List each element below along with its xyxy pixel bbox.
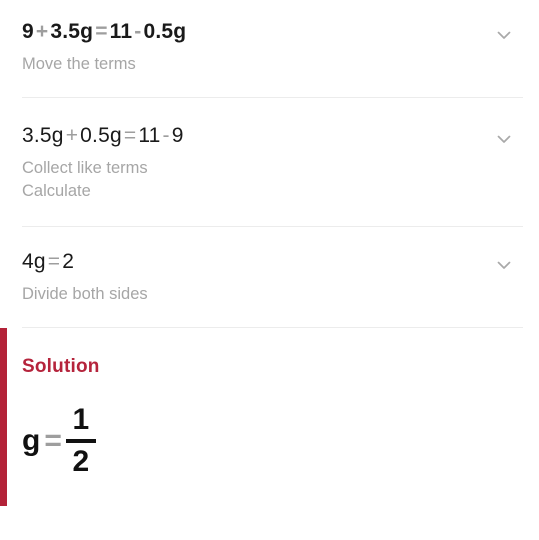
step-1-hints: Move the terms	[22, 53, 495, 75]
step-3-operator-1: =	[47, 249, 61, 273]
step-1-term-3: 11	[109, 20, 133, 43]
step-1-term-4: 0.5g	[143, 20, 187, 43]
step-2-expand-chevron-down-icon[interactable]	[491, 126, 517, 152]
solution-step-3[interactable]: 4g=2 Divide both sides	[0, 227, 539, 305]
step-2-term-4: 9	[171, 124, 184, 148]
step-2-operator-1: +	[65, 124, 79, 148]
step-3-term-2: 2	[62, 249, 75, 273]
step-2-term-2: 0.5g	[80, 124, 122, 148]
step-2-equation: 3.5g+0.5g=11-9	[22, 124, 495, 148]
step-1-operator-2: =	[95, 20, 108, 43]
solution-step-1[interactable]: 9+3.5g=11-0.5g Move the terms	[0, 0, 539, 75]
step-2-term-1: 3.5g	[22, 124, 64, 148]
solution-accent-bar	[0, 328, 7, 507]
solution-step-2[interactable]: 3.5g+0.5g=11-9 Collect like terms Calcul…	[0, 98, 539, 202]
step-3-equation: 4g=2	[22, 250, 495, 274]
step-2-hints: Collect like terms Calculate	[22, 157, 495, 202]
equation-solver-panel: 9+3.5g=11-0.5g Move the terms 3.5g+0.5g=…	[0, 0, 539, 540]
step-1-expand-chevron-down-icon[interactable]	[491, 22, 517, 48]
step-1-operator-3: -	[134, 20, 142, 43]
solution-equation: g = 1 2	[22, 403, 517, 479]
step-3-expand-chevron-down-icon[interactable]	[491, 252, 517, 278]
step-2-operator-2: =	[123, 124, 137, 148]
step-3-hint-1: Divide both sides	[22, 284, 148, 303]
step-2-term-3: 11	[138, 124, 161, 148]
step-3-hints: Divide both sides	[22, 283, 495, 305]
solution-equals-operator: =	[44, 424, 62, 458]
solution-fraction-bar	[65, 439, 96, 444]
step-3-term-1: 4g	[22, 249, 46, 273]
solution-block: Solution g = 1 2	[0, 328, 539, 507]
solution-fraction-denominator: 2	[72, 445, 90, 479]
solution-fraction-numerator: 1	[72, 403, 90, 437]
step-1-hint-1: Move the terms	[22, 55, 136, 73]
step-1-equation: 9+3.5g=11-0.5g	[22, 20, 495, 44]
step-1-term-1: 9	[22, 20, 34, 43]
step-1-term-2: 3.5g	[50, 20, 94, 43]
step-2-hint-2: Calculate	[22, 181, 91, 200]
solution-title: Solution	[22, 356, 100, 378]
step-1-operator-1: +	[35, 20, 49, 43]
solution-fraction: 1 2	[65, 403, 96, 479]
solution-variable: g	[22, 424, 41, 458]
step-2-hint-1: Collect like terms	[22, 159, 148, 178]
step-2-operator-3: -	[162, 124, 170, 148]
